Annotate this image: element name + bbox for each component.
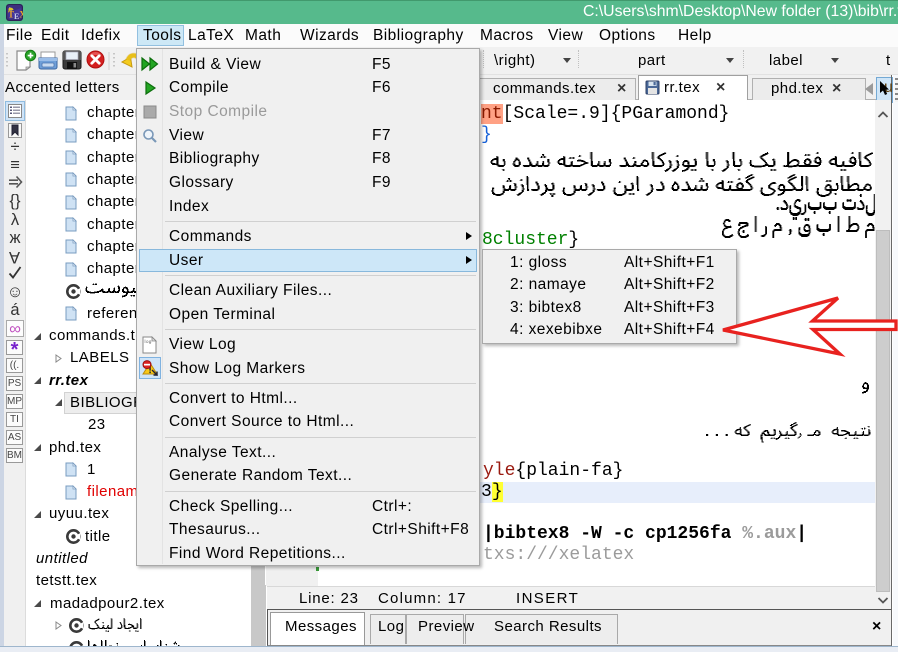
svg-text:TEX: TEX: [8, 10, 23, 22]
svg-text:log: log: [145, 339, 152, 344]
